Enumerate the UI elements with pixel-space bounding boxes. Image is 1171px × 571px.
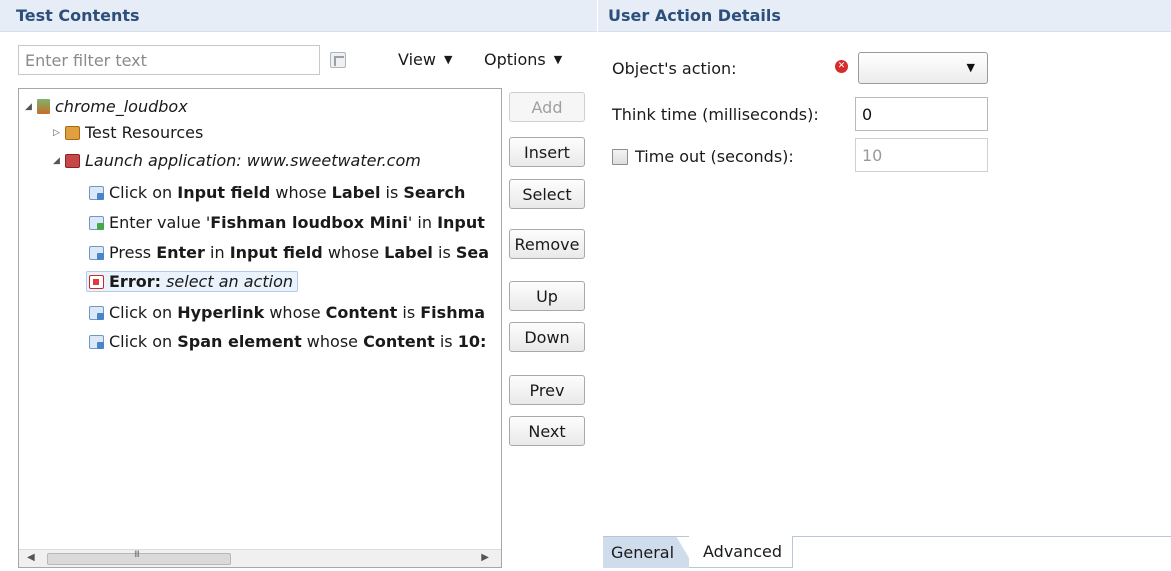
chevron-down-icon: ▼ [966,61,975,74]
scrollbar-grip: III [134,550,140,560]
tree-root-label: chrome_loudbox [55,97,188,116]
scroll-left-icon[interactable]: ◀ [27,552,35,563]
chevron-down-icon: ▼ [443,53,453,66]
think-time-field[interactable] [855,97,988,131]
tree-resources-label: Test Resources [85,123,204,142]
user-action-icon [89,335,104,349]
options-menu-label: Options [484,50,546,69]
step-text: Enter value ' [109,213,211,232]
step-text: ' in [407,213,438,232]
user-action-details-header: User Action Details [598,0,1171,32]
next-button[interactable]: Next [509,416,585,446]
tree-item-click-hyperlink[interactable]: Click on Hyperlink whose Content is Fish… [89,300,485,325]
scroll-right-icon[interactable]: ▶ [481,552,489,563]
view-menu-label: View [398,50,436,69]
expanded-arrow-icon[interactable]: ◢ [53,149,65,174]
test-contents-title: Test Contents [16,6,140,25]
test-contents-header: Test Contents [0,0,597,32]
error-text: select an action [161,272,293,291]
scrollbar-thumb[interactable]: III [47,550,231,565]
step-text-bold: Span element [177,332,302,351]
test-suite-icon [37,99,50,114]
step-text: Click on [109,183,178,202]
tree-node-launch[interactable]: ◢ Launch application: www.sweetwater.com [53,148,421,173]
timeout-checkbox[interactable] [612,149,628,165]
step-text: is [434,332,458,351]
step-text: Press [109,243,157,262]
filter-input[interactable] [18,45,320,75]
step-text-bold: 10: [457,332,487,351]
launch-application-icon [65,154,80,168]
collapsed-arrow-icon[interactable]: ▷ [53,121,65,146]
step-text: whose [270,183,332,202]
tab-advanced[interactable]: Advanced [689,536,793,568]
tree-node-test-resources[interactable]: ▷ Test Resources [53,120,203,145]
test-tree[interactable]: ◢ chrome_loudbox ▷ Test Resources ◢ Launch … [18,88,502,568]
step-text-bold: Content [363,332,435,351]
tree-item-click-search[interactable]: Click on Input field whose Label is Sear… [89,180,465,205]
step-text: whose [301,332,364,351]
step-text: is [432,243,456,262]
chevron-down-icon: ▼ [553,53,563,66]
timeout-field[interactable] [855,138,988,172]
step-text-bold: Hyperlink [177,303,265,322]
insert-button[interactable]: Insert [509,137,585,167]
error-step-icon [89,275,104,289]
step-text: is [397,303,421,322]
tree-item-press-enter[interactable]: Press Enter in Input field whose Label i… [89,240,489,265]
selected-tree-row[interactable]: Error: select an action [86,271,298,292]
tree-launch-label: Launch application: www.sweetwater.com [85,151,421,170]
clear-filter-icon[interactable] [330,52,346,68]
tree-node-root[interactable]: ◢ chrome_loudbox [25,94,188,119]
step-text-bold: Input field [229,243,323,262]
resources-icon [65,126,80,140]
tree-item-enter-value[interactable]: Enter value 'Fishman loudbox Mini' in In… [89,210,485,235]
tab-general[interactable]: General [603,537,695,568]
user-action-details-title: User Action Details [608,6,781,25]
step-text: Click on [109,332,178,351]
object-action-select[interactable]: ▼ [858,52,988,84]
user-action-icon [89,186,104,200]
step-text-bold: Sea [455,243,490,262]
step-text-bold: Content [325,303,398,322]
timeout-label: Time out (seconds): [635,147,794,166]
remove-button[interactable]: Remove [509,229,585,259]
step-text: whose [322,243,385,262]
step-text-bold: Enter [156,243,205,262]
step-text: is [380,183,404,202]
step-text: Click on [109,303,178,322]
step-text-bold: Label [384,243,433,262]
horizontal-scrollbar[interactable]: ◀ III ▶ [19,549,501,567]
step-text-bold: Input field [177,183,271,202]
expanded-arrow-icon[interactable]: ◢ [25,95,37,120]
details-tab-strip: General Advanced [603,536,1171,568]
view-menu-button[interactable]: View ▼ [398,50,452,69]
step-text-bold: Input [437,213,485,232]
step-text: in [204,243,230,262]
step-text-bold: Label [331,183,381,202]
up-button[interactable]: Up [509,281,585,311]
error-icon: ✕ [835,60,848,73]
user-action-icon [89,246,104,260]
error-label: Error: [109,272,161,291]
add-button[interactable]: Add [509,92,585,122]
options-menu-button[interactable]: Options ▼ [484,50,562,69]
step-text-bold: Search [403,183,466,202]
tree-item-click-span[interactable]: Click on Span element whose Content is 1… [89,329,486,354]
object-action-label: Object's action: [612,59,737,78]
enter-value-icon [89,216,104,230]
step-text-bold: Fishman loudbox Mini [210,213,408,232]
down-button[interactable]: Down [509,322,585,352]
step-text: whose [264,303,326,322]
prev-button[interactable]: Prev [509,375,585,405]
tree-item-error[interactable]: Error: select an action [86,269,298,294]
step-text-bold: Fishma [420,303,486,322]
think-time-label: Think time (milliseconds): [612,105,819,124]
user-action-icon [89,306,104,320]
select-button[interactable]: Select [509,179,585,209]
